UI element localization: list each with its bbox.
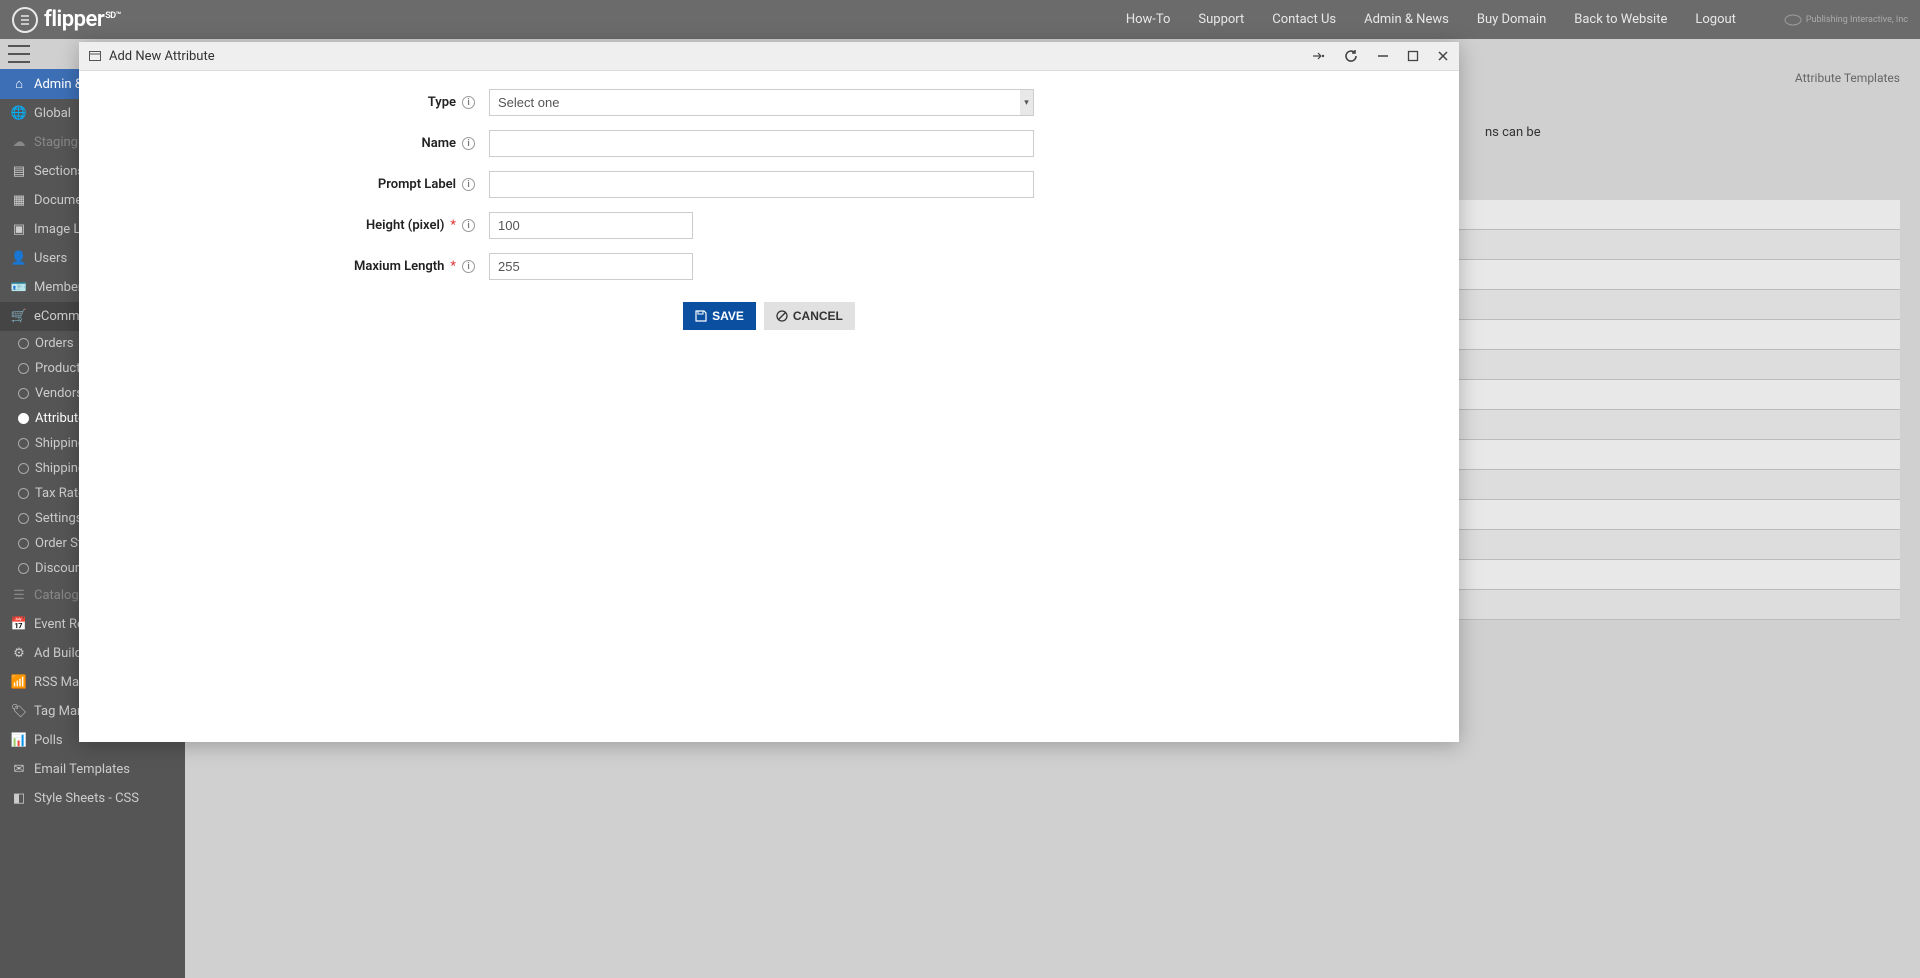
- info-icon[interactable]: i: [462, 178, 475, 191]
- required-marker: *: [450, 259, 456, 274]
- members-icon: 🪪: [12, 280, 26, 295]
- form-buttons: SAVE CANCEL: [109, 302, 1429, 330]
- partner-logo: Publishing Interactive, Inc: [1784, 14, 1908, 26]
- required-marker: *: [450, 218, 456, 233]
- cart-icon: 🛒: [12, 309, 26, 324]
- cloud-icon: ☁: [12, 135, 26, 150]
- max-length-input[interactable]: [489, 253, 693, 280]
- prompt-label-input[interactable]: [489, 171, 1034, 198]
- catalog-icon: ☰: [12, 588, 26, 603]
- mail-icon: ✉: [12, 762, 26, 777]
- save-button[interactable]: SAVE: [683, 302, 756, 330]
- modal-window-controls: [1311, 48, 1449, 64]
- save-disk-icon: [695, 310, 707, 322]
- sidebar-item-emailtemplates[interactable]: ✉Email Templates: [0, 755, 185, 784]
- label-maxlength: Maxium Length: [354, 259, 444, 274]
- field-row-prompt: Prompt Label i: [109, 171, 1429, 198]
- brand-name: flipperSD™: [44, 7, 121, 32]
- user-icon: 👤: [12, 251, 26, 266]
- image-icon: ▣: [12, 222, 26, 237]
- label-height: Height (pixel): [366, 218, 444, 233]
- brand-logo[interactable]: flipperSD™: [12, 7, 121, 33]
- gear-icon: ⚙: [12, 646, 26, 661]
- pin-icon[interactable]: [1311, 49, 1325, 63]
- height-input[interactable]: [489, 212, 693, 239]
- label-type: Type: [428, 95, 456, 110]
- sidebar-item-stylesheets[interactable]: ◧Style Sheets - CSS: [0, 784, 185, 813]
- cancel-button[interactable]: CANCEL: [764, 302, 855, 330]
- window-icon: [89, 51, 101, 61]
- field-row-name: Name i: [109, 130, 1429, 157]
- name-input[interactable]: [489, 130, 1034, 157]
- field-row-maxlength: Maxium Length * i: [109, 253, 1429, 280]
- home-icon: ⌂: [12, 76, 26, 92]
- topnav-logout[interactable]: Logout: [1695, 12, 1736, 27]
- info-icon[interactable]: i: [462, 219, 475, 232]
- topnav-adminnews[interactable]: Admin & News: [1364, 12, 1449, 27]
- add-attribute-modal: Add New Attribute Type i Select one ▾: [79, 42, 1459, 742]
- topnav-contact[interactable]: Contact Us: [1272, 12, 1336, 27]
- info-icon[interactable]: i: [462, 260, 475, 273]
- chevron-down-icon: ▾: [1020, 89, 1034, 116]
- field-row-height: Height (pixel) * i: [109, 212, 1429, 239]
- logo-mark-icon: [12, 7, 38, 33]
- type-select[interactable]: Select one: [489, 89, 1034, 116]
- modal-titlebar: Add New Attribute: [79, 42, 1459, 71]
- refresh-icon[interactable]: [1343, 48, 1359, 64]
- top-nav: How-To Support Contact Us Admin & News B…: [1126, 12, 1908, 27]
- modal-body: Type i Select one ▾ Name i: [79, 71, 1459, 742]
- minimize-icon[interactable]: [1377, 50, 1389, 62]
- close-icon[interactable]: [1437, 50, 1449, 62]
- document-icon: ▦: [12, 193, 26, 208]
- topbar: flipperSD™ How-To Support Contact Us Adm…: [0, 0, 1920, 39]
- poll-icon: 📊: [12, 733, 26, 748]
- css-icon: ◧: [12, 791, 26, 806]
- field-row-type: Type i Select one ▾: [109, 89, 1429, 116]
- topnav-buydomain[interactable]: Buy Domain: [1477, 12, 1546, 27]
- label-name: Name: [422, 136, 456, 151]
- info-icon[interactable]: i: [462, 96, 475, 109]
- tag-icon: 🏷: [12, 704, 26, 719]
- topnav-support[interactable]: Support: [1198, 12, 1244, 27]
- globe-icon: 🌐: [12, 106, 26, 121]
- calendar-icon: 📅: [12, 617, 26, 632]
- hamburger-menu-icon[interactable]: [8, 45, 30, 63]
- info-icon[interactable]: i: [462, 137, 475, 150]
- topnav-back[interactable]: Back to Website: [1574, 12, 1667, 27]
- topnav-howto[interactable]: How-To: [1126, 12, 1171, 27]
- rss-icon: 📶: [12, 675, 26, 690]
- label-prompt: Prompt Label: [378, 177, 456, 192]
- modal-title: Add New Attribute: [109, 49, 215, 64]
- cancel-ban-icon: [776, 310, 788, 322]
- maximize-icon[interactable]: [1407, 50, 1419, 62]
- sections-icon: ▤: [12, 164, 26, 179]
